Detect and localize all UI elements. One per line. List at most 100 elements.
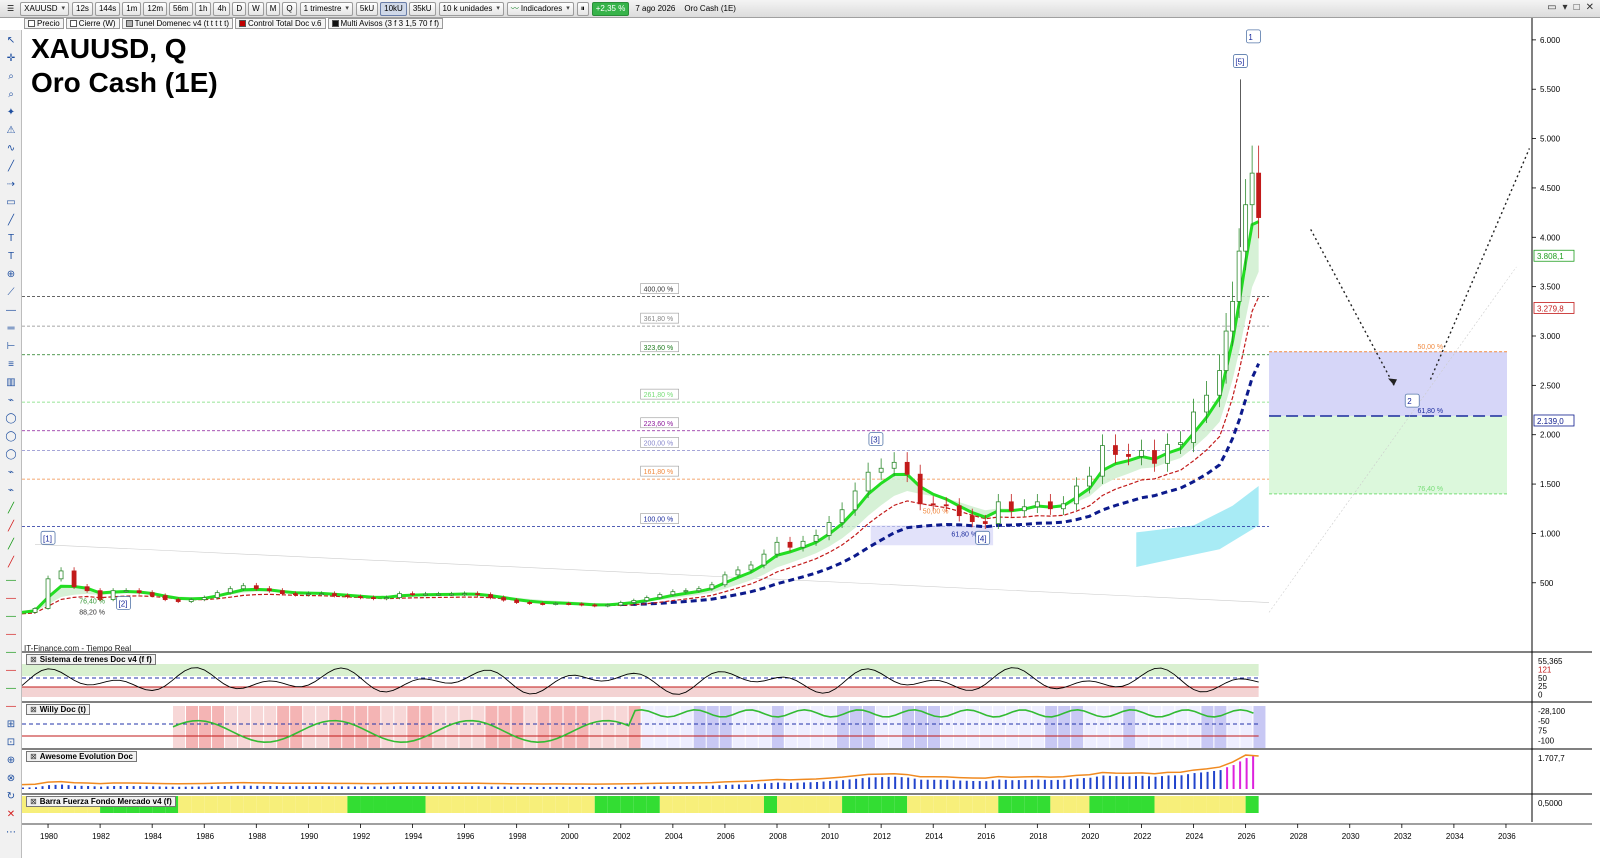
- level1-icon[interactable]: —: [3, 574, 19, 588]
- channel-icon[interactable]: ⟋: [3, 286, 19, 300]
- level3-icon[interactable]: —: [3, 610, 19, 624]
- awesome-bar: [484, 786, 487, 789]
- awesome-bar: [1134, 776, 1137, 789]
- fork-icon[interactable]: ⊢: [3, 340, 19, 354]
- wave-icon[interactable]: ∿: [3, 142, 19, 156]
- panel-close-icon[interactable]: ⊠: [30, 752, 37, 762]
- alert-icon[interactable]: ⚠: [3, 124, 19, 138]
- candle-body: [305, 593, 311, 596]
- candle-body: [722, 574, 728, 586]
- awesome-bar: [1141, 775, 1144, 789]
- candle-body: [279, 590, 285, 595]
- ray3-icon[interactable]: ╱: [3, 538, 19, 552]
- awesome-bar: [451, 786, 454, 789]
- force-bar: [347, 796, 361, 813]
- panel-close-icon[interactable]: ⊠: [30, 655, 37, 665]
- x-tick-label: 2002: [613, 832, 631, 841]
- curve-icon[interactable]: ⌁: [3, 394, 19, 408]
- candle-body: [1100, 445, 1105, 477]
- awesome-bar: [308, 786, 311, 789]
- awesome-bar: [1043, 779, 1046, 789]
- more-icon[interactable]: ⋯: [3, 826, 19, 840]
- awesome-bar: [445, 786, 448, 789]
- level4-icon[interactable]: —: [3, 628, 19, 642]
- candle-body: [1047, 501, 1053, 510]
- awesome-bar: [386, 786, 389, 789]
- ray-icon[interactable]: ╱: [3, 502, 19, 516]
- awesome-bar: [887, 776, 890, 789]
- panel-axis-value: -28,100: [1538, 707, 1566, 716]
- x-tick-label: 2012: [873, 832, 891, 841]
- force-bar: [1063, 796, 1077, 813]
- arc-icon[interactable]: ◯: [3, 448, 19, 462]
- refresh-icon[interactable]: ↻: [3, 790, 19, 804]
- layout-icon[interactable]: ⊞: [3, 718, 19, 732]
- frame-icon[interactable]: ⊡: [3, 736, 19, 750]
- add-icon[interactable]: ⊕: [3, 754, 19, 768]
- ray2-icon[interactable]: ╱: [3, 520, 19, 534]
- pointer-icon[interactable]: ↖: [3, 34, 19, 48]
- double-line-icon[interactable]: ═: [3, 322, 19, 336]
- candle-body: [1178, 442, 1183, 445]
- awesome-bar: [360, 786, 363, 789]
- level8-icon[interactable]: —: [3, 700, 19, 714]
- crosshair-icon[interactable]: ✛: [3, 52, 19, 66]
- chart-area[interactable]: 50,00 % 61,80 % 76,40 % 400,00 % 361,80 % 323…: [22, 0, 1600, 858]
- target-icon[interactable]: ⊕: [3, 268, 19, 282]
- force-bar: [1024, 796, 1038, 813]
- force-bar: [386, 796, 400, 813]
- menu-icon[interactable]: ☰: [4, 2, 17, 16]
- candle-body: [969, 515, 975, 522]
- path-icon[interactable]: ⌁: [3, 484, 19, 498]
- panel-label[interactable]: ⊠ Sistema de trenes Doc v4 (f f): [26, 654, 156, 665]
- candle-body: [1073, 485, 1079, 505]
- level6-icon[interactable]: —: [3, 664, 19, 678]
- delete-icon[interactable]: ✕: [3, 808, 19, 822]
- hline-icon[interactable]: —: [3, 304, 19, 318]
- remove-icon[interactable]: ⊗: [3, 772, 19, 786]
- awesome-bar: [614, 786, 617, 789]
- awesome-bar: [1187, 774, 1190, 789]
- awesome-bar: [568, 786, 571, 789]
- awesome-bar: [419, 786, 422, 789]
- panel-label[interactable]: ⊠ Willy Doc (t): [26, 704, 90, 715]
- ray4-icon[interactable]: ╱: [3, 556, 19, 570]
- candle-body: [527, 602, 533, 604]
- text-box-icon[interactable]: T: [3, 250, 19, 264]
- candle-body: [384, 597, 389, 599]
- ellipse-icon[interactable]: ◯: [3, 430, 19, 444]
- retracement-label: 61,80 %: [1417, 408, 1443, 415]
- force-bar: [855, 796, 869, 813]
- level2-icon[interactable]: —: [3, 592, 19, 606]
- zoom-in-icon[interactable]: ⌕: [3, 70, 19, 84]
- text-icon[interactable]: T: [3, 232, 19, 246]
- level7-icon[interactable]: —: [3, 682, 19, 696]
- awesome-bar: [646, 786, 649, 789]
- x-tick-label: 1998: [509, 832, 527, 841]
- force-bar: [829, 796, 843, 813]
- panel-label[interactable]: ⊠ Barra Fuerza Fondo Mercado v4 (f): [26, 796, 176, 807]
- x-tick-label: 2020: [1081, 832, 1099, 841]
- rectangle-icon[interactable]: ▭: [3, 196, 19, 210]
- panel-label[interactable]: ⊠ Awesome Evolution Doc: [26, 751, 137, 762]
- price-chart[interactable]: 50,00 % 61,80 % 76,40 % 400,00 % 361,80 % 323…: [22, 0, 1600, 858]
- awesome-bar: [379, 786, 382, 789]
- fib-icon[interactable]: ≡: [3, 358, 19, 372]
- candle-body: [657, 594, 663, 598]
- wave-label: [5]: [1235, 58, 1244, 67]
- candle-body: [995, 501, 1001, 524]
- awesome-bar: [594, 787, 597, 789]
- circle-icon[interactable]: ◯: [3, 412, 19, 426]
- spline-icon[interactable]: ⌁: [3, 466, 19, 480]
- zoom-out-icon[interactable]: ⌕: [3, 88, 19, 102]
- magic-icon[interactable]: ✦: [3, 106, 19, 120]
- panel-close-icon[interactable]: ⊠: [30, 797, 37, 807]
- y-tick-label: 3.000: [1540, 332, 1561, 341]
- awesome-bar: [503, 786, 506, 789]
- panel-close-icon[interactable]: ⊠: [30, 705, 37, 715]
- level5-icon[interactable]: —: [3, 646, 19, 660]
- line-icon[interactable]: ╱: [3, 214, 19, 228]
- grid-icon[interactable]: ▥: [3, 376, 19, 390]
- trendline-icon[interactable]: ╱: [3, 160, 19, 174]
- arrow-icon[interactable]: ⇢: [3, 178, 19, 192]
